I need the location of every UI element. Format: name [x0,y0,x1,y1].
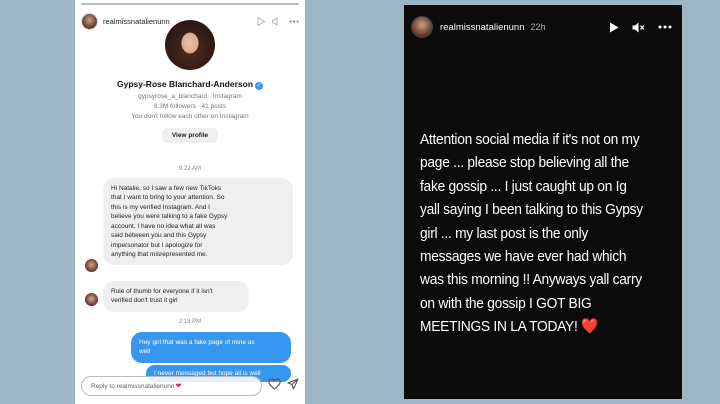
left-story-panel: realmissnatalienunn Gypsy-Rose Blanchard… [75,0,305,404]
message-line: anything that misrepresented me. [111,250,208,258]
like-heart-icon[interactable] [268,377,281,395]
red-heart-icon: ❤️ [581,318,599,336]
story-reply-bar: Reply to realmissnatalienunn ❤ [81,376,299,396]
message-line: impersonator but I apologize for [111,241,203,249]
heart-emoji-icon: ❤ [175,383,182,390]
story-text-line: page ... please stop believing all the [420,154,629,172]
profile-follow-note: You don't follow each other on Instagram [131,113,249,120]
dm-profile-block: Gypsy-Rose Blanchard-Anderson ✓ gypsyrose… [75,20,305,143]
message-line: Hey girl that was a fake page of mine as [139,339,255,346]
story-text-line: yall saying I been talking to this Gypsy [420,201,643,219]
story-reply-input[interactable]: Reply to realmissnatalienunn ❤ [81,376,262,396]
message-line: well [139,348,151,356]
incoming-message-bubble: Hi Natalie, so I saw a few new TikToks t… [103,178,293,266]
message-line: this is my verified Instagram. And I [111,203,210,211]
message-timestamp: 2:18 PM [178,319,202,325]
message-timestamp: 9:22 AM [178,166,201,172]
reply-placeholder: Reply to realmissnatalienunn [91,382,175,390]
more-options-icon[interactable] [658,25,672,29]
profile-name: Gypsy-Rose Blanchard-Anderson [116,79,254,89]
story-text-line: messages we have ever had which [420,248,627,266]
story-text-line: girl ... my last post is the only [420,224,589,242]
profile-name-row: Gypsy-Rose Blanchard-Anderson ✓ [75,79,305,90]
right-story-panel: realmissnatalienunn 22h Attention social… [404,5,682,399]
verified-badge-icon: ✓ [255,82,264,90]
message-line: believe you were talking to a fake Gypsy [111,213,228,221]
story-statement-text: Attention social media if it's not on my… [420,128,678,339]
story-text-line: MEETINGS IN LA TODAY! [420,318,578,336]
incoming-message-bubble: Rule of thumb for everyone if it isn't v… [103,281,249,312]
story-progress-bar [81,3,299,5]
view-profile-button[interactable]: View profile [161,128,219,143]
story-username[interactable]: realmissnatalienunn [440,22,525,33]
outgoing-message-bubble: Hey girl that was a fake page of mine as… [131,332,291,363]
play-icon[interactable] [609,22,619,33]
avatar[interactable] [411,16,433,38]
right-story-header: realmissnatalienunn 22h [411,15,672,39]
profile-stats: 8.3M followers · 41 posts [153,103,227,110]
message-line: Hi Natalie, so I saw a few new TikToks [111,185,222,192]
story-text-last-line: MEETINGS IN LA TODAY! ❤️ [420,315,678,338]
message-line: verified don't trust it girl [111,297,178,305]
sender-avatar [85,293,98,306]
story-text-line: Attention social media if it's not on my [420,131,640,148]
profile-photo [165,20,215,70]
story-text-line: was this morning !! Anyways yall carry [420,271,642,289]
story-text-line: fake gossip ... I just caught up on Ig [420,177,627,195]
message-line: said between you and this Gypsy [111,232,207,240]
sender-avatar [85,259,98,272]
send-icon[interactable] [287,377,299,395]
message-line: Rule of thumb for everyone if it isn't [111,288,213,295]
profile-handle: gypsyrose_a_blanchard · Instagram [138,93,242,100]
mute-icon[interactable] [632,22,645,33]
story-time: 22h [530,22,546,32]
story-text-line: on with the gossip I GOT BIG [420,294,592,312]
message-line: that I want to bring to your attention. … [111,194,225,202]
message-line: account. I have no idea what all was [111,222,216,230]
